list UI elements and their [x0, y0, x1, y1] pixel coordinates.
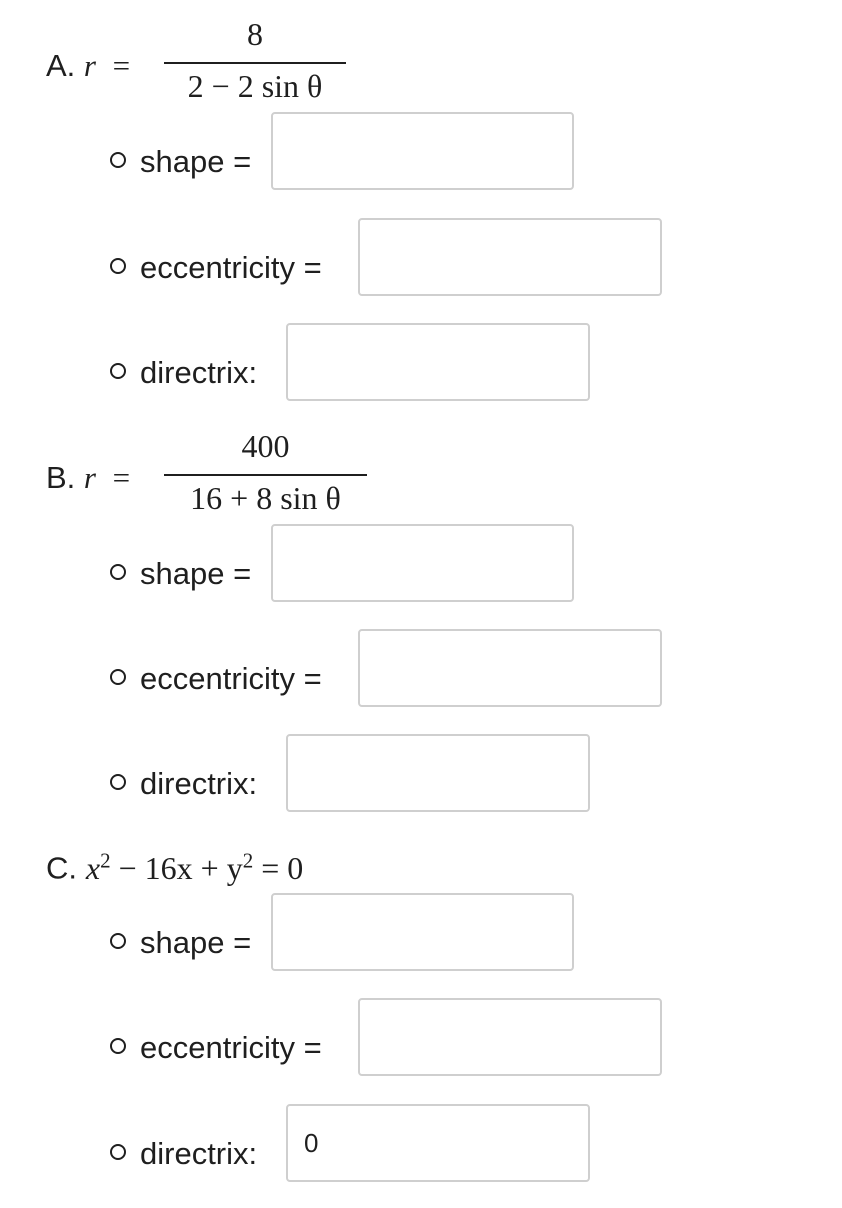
bullet-icon: [110, 1038, 126, 1054]
shape-input-box[interactable]: [271, 893, 574, 971]
eccentricity-input-box[interactable]: [358, 629, 662, 707]
fraction-numerator: 8: [247, 16, 263, 52]
bullet-icon: [110, 258, 126, 274]
equation-lhs: r: [83, 460, 96, 495]
field-label-text: directrix:: [140, 355, 258, 390]
equation-exponent: 2: [242, 848, 254, 872]
field-label-text: eccentricity =: [140, 1030, 322, 1065]
bullet-icon: [110, 669, 126, 685]
directrix-input[interactable]: [304, 1127, 572, 1159]
fraction-a: 8 2 − 2 sin θ: [164, 18, 346, 102]
shape-input[interactable]: [289, 916, 556, 948]
field-label-text: shape =: [140, 556, 252, 591]
fraction-b: 400 16 + 8 sin θ: [164, 430, 367, 514]
equals-sign: =: [112, 48, 131, 83]
problem-a-label: A. r =: [46, 50, 130, 81]
bullet-icon: [110, 564, 126, 580]
shape-input-box[interactable]: [271, 524, 574, 602]
equation-lhs: r: [83, 48, 96, 83]
field-label-eccentricity: eccentricity =: [110, 663, 322, 694]
field-label-shape: shape =: [110, 558, 251, 589]
eccentricity-input[interactable]: [376, 241, 644, 273]
shape-input[interactable]: [289, 547, 556, 579]
bullet-icon: [110, 933, 126, 949]
directrix-input-box[interactable]: [286, 1104, 590, 1182]
equation-c: x2 − 16x + y2 = 0: [86, 850, 303, 886]
equation-exponent: 2: [100, 848, 111, 872]
bullet-icon: [110, 152, 126, 168]
equation-part: = 0: [253, 849, 304, 886]
fraction-bar: [164, 62, 346, 64]
field-label-directrix: directrix:: [110, 1138, 257, 1169]
shape-input[interactable]: [289, 135, 556, 167]
problem-letter: A.: [46, 48, 76, 83]
bullet-icon: [110, 1144, 126, 1160]
equation-part: − 16x + y: [110, 849, 243, 886]
directrix-input-box[interactable]: [286, 323, 590, 401]
field-label-eccentricity: eccentricity =: [110, 252, 322, 283]
problem-letter: B.: [46, 460, 76, 495]
field-label-directrix: directrix:: [110, 357, 257, 388]
problem-c-label: C. x2 − 16x + y2 = 0: [46, 850, 303, 884]
eccentricity-input[interactable]: [376, 1021, 644, 1053]
field-label-shape: shape =: [110, 146, 251, 177]
directrix-input[interactable]: [304, 346, 572, 378]
directrix-input-box[interactable]: [286, 734, 590, 812]
field-label-text: eccentricity =: [140, 250, 322, 285]
field-label-text: directrix:: [140, 1136, 258, 1171]
bullet-icon: [110, 363, 126, 379]
equals-sign: =: [112, 460, 131, 495]
problem-b-label: B. r =: [46, 462, 130, 493]
field-label-text: eccentricity =: [140, 661, 322, 696]
field-label-text: shape =: [140, 144, 252, 179]
fraction-denominator: 2 − 2 sin θ: [187, 68, 323, 104]
bullet-icon: [110, 774, 126, 790]
field-label-directrix: directrix:: [110, 768, 257, 799]
shape-input-box[interactable]: [271, 112, 574, 190]
directrix-input[interactable]: [304, 757, 572, 789]
field-label-eccentricity: eccentricity =: [110, 1032, 322, 1063]
fraction-numerator: 400: [241, 428, 290, 464]
field-label-text: shape =: [140, 925, 252, 960]
eccentricity-input[interactable]: [376, 652, 644, 684]
field-label-shape: shape =: [110, 927, 251, 958]
fraction-denominator: 16 + 8 sin θ: [190, 480, 341, 516]
equation-part: x: [85, 849, 101, 886]
problem-letter: C.: [46, 850, 77, 886]
field-label-text: directrix:: [140, 766, 258, 801]
eccentricity-input-box[interactable]: [358, 998, 662, 1076]
eccentricity-input-box[interactable]: [358, 218, 662, 296]
fraction-bar: [164, 474, 367, 476]
